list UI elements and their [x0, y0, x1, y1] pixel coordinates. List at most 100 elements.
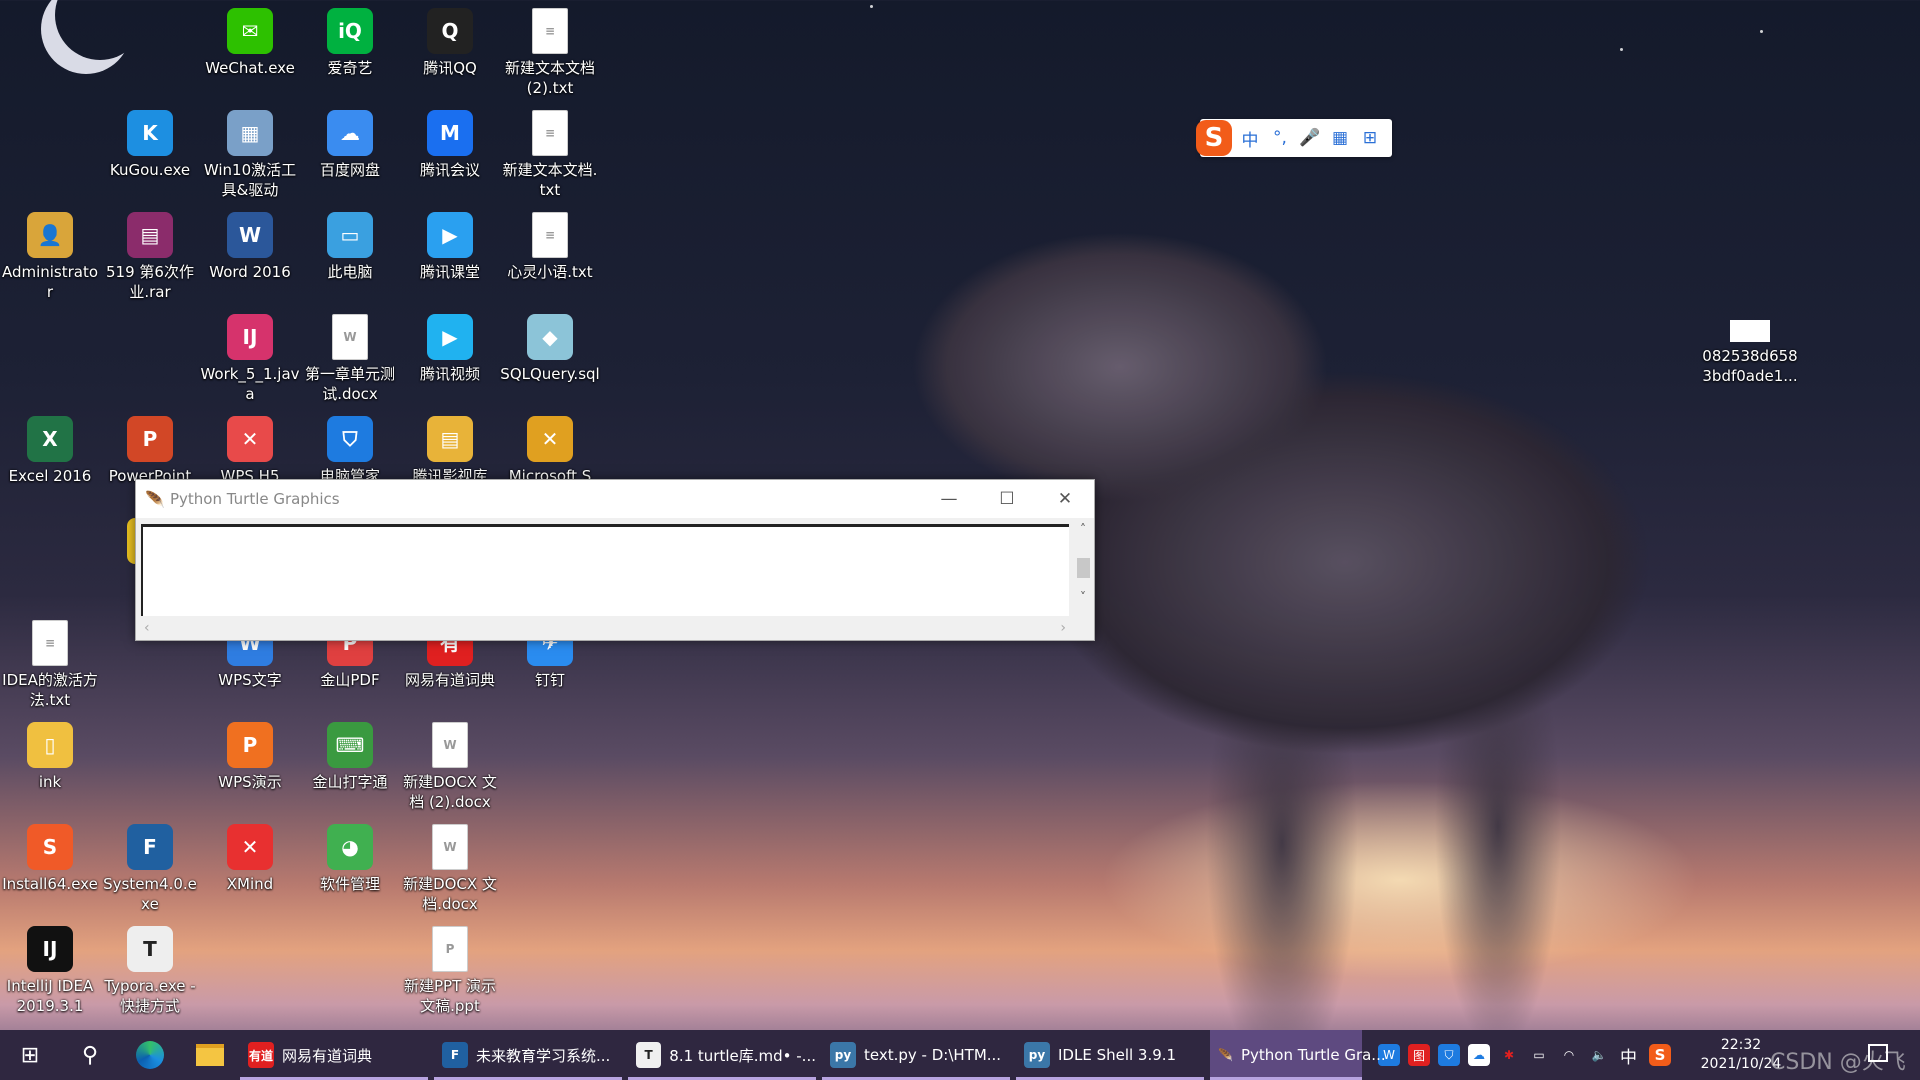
tray-icon[interactable]: ✱ — [1498, 1044, 1520, 1066]
horizontal-scrollbar[interactable]: ‹ › — [136, 616, 1074, 640]
app-icon: X — [27, 416, 73, 462]
title-bar[interactable]: 🪶 Python Turtle Graphics — ☐ ✕ — [136, 480, 1094, 518]
start-button[interactable]: ⊞ — [0, 1030, 60, 1080]
scroll-up-arrow[interactable]: ˄ — [1072, 522, 1094, 536]
app-icon: W — [432, 722, 468, 768]
desktop-icon[interactable]: P WPS演示 — [200, 722, 300, 792]
vertical-scrollbar[interactable]: ˄ ˅ — [1072, 520, 1094, 620]
desktop-icon[interactable]: IJ IntelliJ IDEA 2019.3.1 — [0, 926, 100, 1016]
icon-label: Administrator — [1, 263, 99, 301]
keyboard-icon[interactable]: ▦ — [1328, 128, 1352, 148]
icon-label: 金山打字通 — [312, 773, 388, 791]
desktop-icon[interactable]: ✕ Microsoft S — [500, 416, 600, 486]
desktop-icon[interactable]: IJ Work_5_1.java — [200, 314, 300, 404]
file-explorer-icon[interactable] — [180, 1030, 240, 1080]
edge-browser-icon[interactable] — [120, 1030, 180, 1080]
app-icon: ▤ — [427, 416, 473, 462]
scroll-right-arrow[interactable]: › — [1060, 620, 1066, 636]
tray-icon[interactable]: ▭ — [1528, 1044, 1550, 1066]
desktop-icon[interactable]: ✕ XMind — [200, 824, 300, 894]
star — [870, 5, 873, 8]
notification-center-icon[interactable] — [1868, 1044, 1888, 1062]
desktop-icon[interactable]: ◕ 软件管理 — [300, 824, 400, 894]
tray-icon[interactable]: ◠ — [1558, 1044, 1580, 1066]
icon-label: WPS演示 — [218, 773, 282, 791]
desktop-icon[interactable]: ▤ 腾讯影视库 — [400, 416, 500, 486]
turtle-canvas[interactable] — [141, 524, 1069, 616]
desktop-icon[interactable]: X Excel 2016 — [0, 416, 100, 486]
desktop-icon[interactable]: S Install64.exe — [0, 824, 100, 894]
tray-icon[interactable]: 图 — [1408, 1044, 1430, 1066]
app-icon: S — [27, 824, 73, 870]
desktop-icon[interactable]: ▯ ink — [0, 722, 100, 792]
icon-label: 新建PPT 演示文稿.ppt — [403, 977, 497, 1015]
taskbar-app-button[interactable]: 🪶 Python Turtle Gra... — [1210, 1030, 1386, 1080]
icon-label: Install64.exe — [2, 875, 98, 893]
desktop-icon[interactable]: P 新建PPT 演示文稿.ppt — [400, 926, 500, 1016]
taskbar-app-button[interactable]: py IDLE Shell 3.9.1 — [1016, 1030, 1204, 1080]
desktop-icon[interactable]: ≡ 新建文本文档.txt — [500, 110, 600, 200]
minimize-button[interactable]: — — [920, 489, 978, 509]
desktop-icon[interactable]: P PowerPoint — [100, 416, 200, 486]
scroll-left-arrow[interactable]: ‹ — [144, 620, 150, 636]
tray-icon[interactable]: 🔈 — [1588, 1044, 1610, 1066]
chinese-mode-button[interactable]: 中 — [1238, 126, 1262, 151]
desktop-icon[interactable]: ▦ Win10激活工具&驱动 — [200, 110, 300, 200]
desktop-icon[interactable]: W 新建DOCX 文档.docx — [400, 824, 500, 914]
desktop-icon[interactable]: W 第一章单元测试.docx — [300, 314, 400, 404]
icon-label: 金山PDF — [320, 671, 380, 689]
sogou-tray-icon[interactable]: S — [1649, 1030, 1671, 1080]
desktop-icon[interactable]: F System4.0.exe — [100, 824, 200, 914]
desktop-icon-image-file[interactable]: 082538d658 3bdf0ade1... — [1700, 320, 1800, 386]
desktop-icon[interactable]: W Word 2016 — [200, 212, 300, 282]
close-button[interactable]: ✕ — [1036, 489, 1094, 509]
app-icon: W — [227, 212, 273, 258]
app-icon: F — [127, 824, 173, 870]
tray-icon[interactable]: ⛉ — [1438, 1044, 1460, 1066]
icon-label: 心灵小语.txt — [507, 263, 593, 281]
app-label: 8.1 turtle库.md• -... — [669, 1046, 816, 1065]
desktop-icon[interactable]: ≡ 心灵小语.txt — [500, 212, 600, 282]
taskbar-app-button[interactable]: 有道 网易有道词典 — [240, 1030, 428, 1080]
app-icon: py — [830, 1042, 856, 1068]
scroll-down-arrow[interactable]: ˅ — [1072, 590, 1094, 604]
app-icon: ✕ — [527, 416, 573, 462]
desktop-icon[interactable]: ≡ 新建文本文档 (2).txt — [500, 8, 600, 98]
search-button[interactable]: ⚲ — [60, 1030, 120, 1080]
maximize-button[interactable]: ☐ — [978, 489, 1036, 509]
desktop-icon[interactable]: ◆ SQLQuery.sql — [500, 314, 600, 384]
desktop-icon[interactable]: M 腾讯会议 — [400, 110, 500, 180]
scroll-thumb[interactable] — [1077, 558, 1090, 578]
desktop-icon[interactable]: ▭ 此电脑 — [300, 212, 400, 282]
desktop-icon[interactable]: Q 腾讯QQ — [400, 8, 500, 78]
desktop-icon[interactable]: ▶ 腾讯课堂 — [400, 212, 500, 282]
taskbar-app-button[interactable]: F 未来教育学习系统... — [434, 1030, 622, 1080]
desktop-icon[interactable]: T Typora.exe - 快捷方式 — [100, 926, 200, 1016]
sogou-ime-toolbar[interactable]: S 中 °, 🎤 ▦ ⊞ — [1196, 119, 1392, 157]
app-icon: ◕ — [327, 824, 373, 870]
taskbar-app-button[interactable]: py text.py - D:\HTM... — [822, 1030, 1010, 1080]
desktop-icon[interactable]: ✕ WPS H5 — [200, 416, 300, 486]
desktop-icon[interactable]: iQ 爱奇艺 — [300, 8, 400, 78]
desktop-icon[interactable]: ✉ WeChat.exe — [200, 8, 300, 78]
punctuation-button[interactable]: °, — [1268, 128, 1292, 148]
desktop-icon[interactable]: ≡ IDEA的激活方法.txt — [0, 620, 100, 710]
app-icon: ⌨ — [327, 722, 373, 768]
app-icon: ▭ — [327, 212, 373, 258]
app-icon: W — [332, 314, 368, 360]
icon-label: 腾讯会议 — [419, 161, 480, 179]
desktop-icon[interactable]: W 新建DOCX 文档 (2).docx — [400, 722, 500, 812]
microphone-icon[interactable]: 🎤 — [1298, 128, 1322, 148]
desktop-icon[interactable]: ▤ 519 第6次作业.rar — [100, 212, 200, 302]
ime-indicator[interactable]: 中 — [1620, 1030, 1637, 1080]
desktop-icon[interactable]: ⌨ 金山打字通 — [300, 722, 400, 792]
taskbar-app-button[interactable]: T 8.1 turtle库.md• -... — [628, 1030, 816, 1080]
desktop-icon[interactable]: 👤 Administrator — [0, 212, 100, 302]
toolbox-icon[interactable]: ⊞ — [1358, 128, 1382, 148]
tray-icon[interactable]: ☁ — [1468, 1044, 1490, 1066]
desktop-icon[interactable]: ▶ 腾讯视频 — [400, 314, 500, 384]
desktop-icon[interactable]: K KuGou.exe — [100, 110, 200, 180]
icon-label: IDEA的激活方法.txt — [2, 671, 98, 709]
desktop-icon[interactable]: ☁ 百度网盘 — [300, 110, 400, 180]
desktop-icon[interactable]: ⛉ 电脑管家 — [300, 416, 400, 486]
